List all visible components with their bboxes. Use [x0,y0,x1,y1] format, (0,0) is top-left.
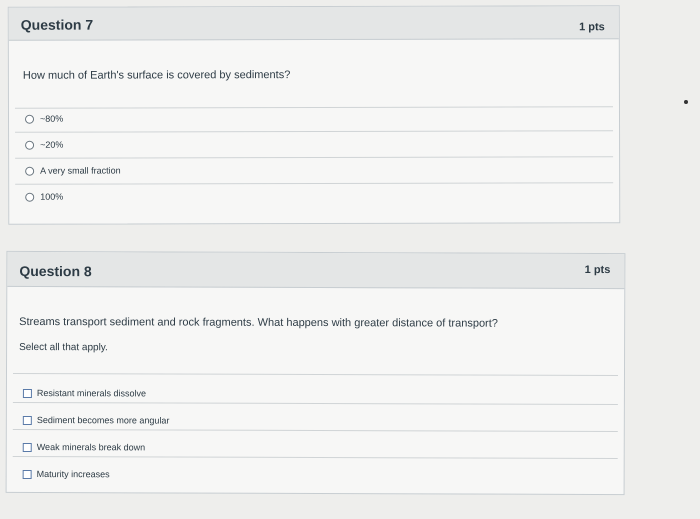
radio-icon[interactable] [24,114,35,124]
question-7-text: How much of Earth's surface is covered b… [22,69,291,82]
option-label: ~20% [40,139,64,150]
question-8-instruction: Select all that apply. [19,341,108,354]
option-checkbox[interactable]: Weak minerals break down [22,442,146,453]
option-label: Resistant minerals dissolve [36,388,146,399]
option-label: Maturity increases [36,469,110,480]
question-7-points: 1 pts [579,21,605,34]
checkbox-icon[interactable] [22,469,32,479]
checkbox-icon[interactable] [22,415,32,425]
question-7-card: Question 7 1 pts How much of Earth's sur… [7,5,621,225]
option-checkbox[interactable]: Resistant minerals dissolve [22,388,146,399]
question-8-header: Question 8 1 pts [7,251,625,290]
option-radio[interactable]: ~80% [24,113,64,124]
question-8-title: Question 8 [19,262,92,280]
option-label: A very small fraction [40,165,121,176]
radio-icon[interactable] [25,192,35,202]
divider [15,182,614,185]
divider [12,428,618,433]
question-8-points: 1 pts [584,263,611,277]
option-radio[interactable]: A very small fraction [25,166,121,176]
divider [12,401,618,406]
divider [15,130,614,133]
question-8-card: Question 8 1 pts Streams transport sedim… [5,250,626,496]
divider [12,455,618,460]
radio-icon[interactable] [25,140,35,150]
screen-speck [684,100,688,104]
option-checkbox[interactable]: Maturity increases [22,469,110,480]
radio-icon[interactable] [25,166,35,176]
option-label: ~80% [39,113,64,124]
option-radio[interactable]: 100% [25,192,63,202]
question-8-text: Streams transport sediment and rock frag… [19,315,498,330]
divider [12,372,618,377]
option-label: 100% [40,191,64,202]
option-label: Weak minerals break down [36,442,146,453]
option-checkbox[interactable]: Sediment becomes more angular [22,415,170,426]
checkbox-icon[interactable] [22,442,32,452]
divider [14,106,613,109]
question-7-title: Question 7 [20,16,94,33]
divider [15,156,614,159]
option-radio[interactable]: ~20% [25,140,63,150]
option-label: Sediment becomes more angular [36,415,170,426]
checkbox-icon[interactable] [22,388,32,398]
question-7-header: Question 7 1 pts [8,6,619,41]
